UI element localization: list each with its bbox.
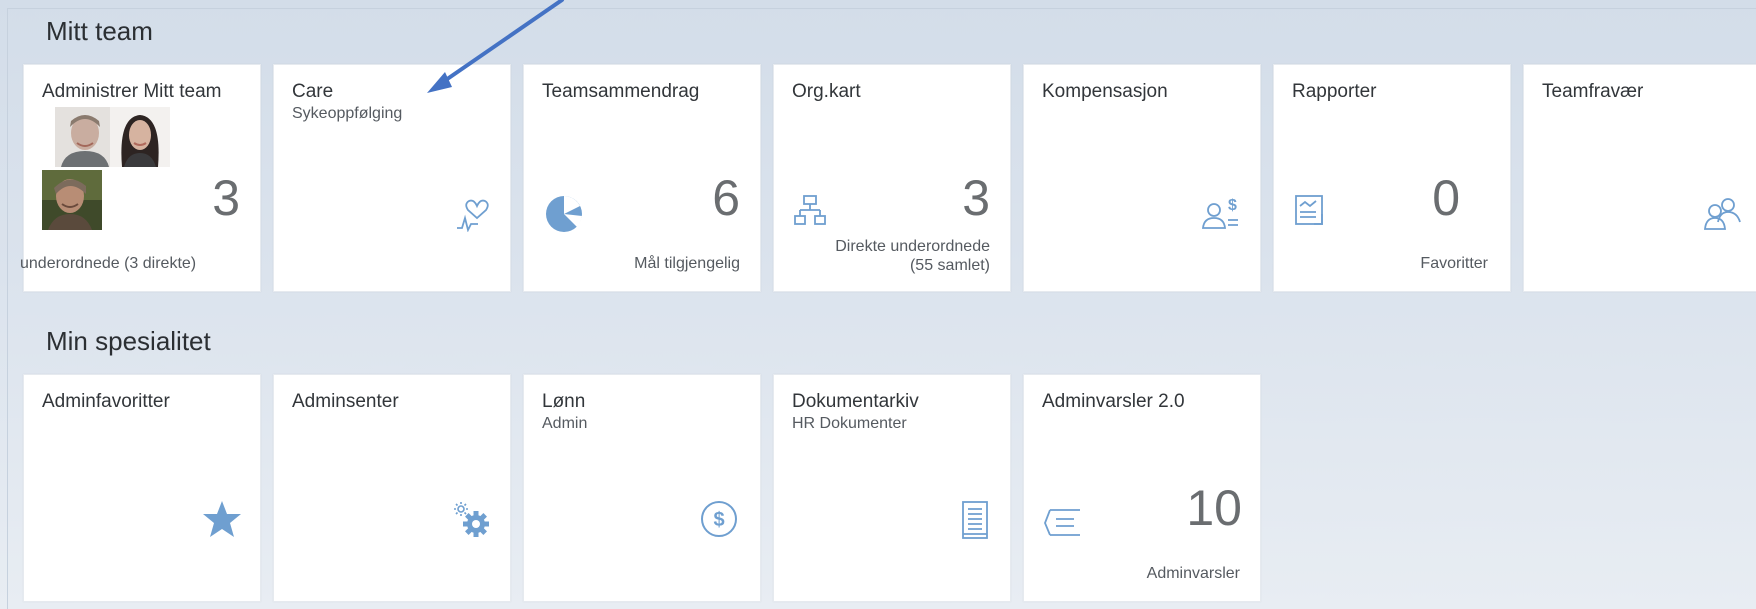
annotation-arrow	[427, 0, 564, 93]
